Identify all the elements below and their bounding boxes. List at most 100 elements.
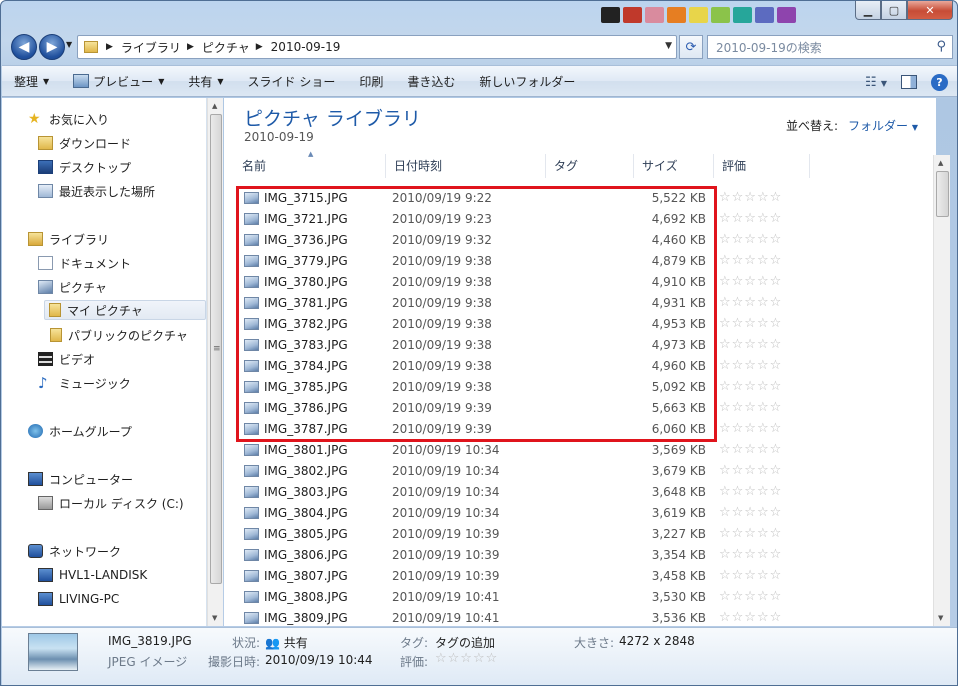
sidebar-item-documents[interactable]: ドキュメント — [38, 253, 131, 273]
address-bar[interactable]: ▶ ライブラリ ▶ ピクチャ ▶ 2010-09-19 ▼ — [77, 35, 677, 59]
rating-stars[interactable]: ☆☆☆☆☆ — [719, 463, 782, 478]
rating-stars[interactable]: ☆☆☆☆☆ — [719, 253, 782, 268]
rating-stars[interactable]: ☆☆☆☆☆ — [719, 589, 782, 604]
file-row[interactable]: IMG_3803.JPG 2010/09/19 10:34 3,648 KB ☆☆☆☆… — [236, 482, 936, 503]
rating-stars[interactable]: ☆☆☆☆☆ — [719, 232, 782, 247]
rating-stars[interactable]: ☆☆☆☆☆ — [719, 547, 782, 562]
column-header-rating[interactable]: 評価 — [714, 154, 810, 178]
rating-stars[interactable]: ☆☆☆☆☆ — [719, 421, 782, 436]
computer-icon — [38, 592, 53, 606]
refresh-button[interactable]: ⟳ — [679, 35, 703, 59]
breadcrumb-folder[interactable]: 2010-09-19 — [271, 40, 341, 54]
search-icon[interactable]: ⚲ — [936, 39, 946, 54]
sidebar-item-network-hvl1[interactable]: HVL1-LANDISK — [38, 565, 147, 585]
rating-stars[interactable]: ☆☆☆☆☆ — [719, 484, 782, 499]
rating-stars[interactable]: ☆☆☆☆☆ — [719, 442, 782, 457]
rating-stars[interactable]: ☆☆☆☆☆ — [719, 400, 782, 415]
sidebar-item-recent[interactable]: 最近表示した場所 — [38, 181, 155, 201]
rating-stars[interactable]: ☆☆☆☆☆ — [719, 379, 782, 394]
preview-pane-icon[interactable] — [901, 75, 917, 89]
rating-stars[interactable]: ☆☆☆☆☆ — [719, 610, 782, 625]
rating-stars[interactable]: ☆☆☆☆☆ — [719, 568, 782, 583]
rating-stars[interactable]: ☆☆☆☆☆ — [719, 274, 782, 289]
sidebar-label: ホームグループ — [49, 424, 132, 439]
help-icon[interactable]: ? — [931, 73, 948, 91]
sidebar-item-music[interactable]: ♪ ミュージック — [38, 373, 131, 393]
back-button[interactable]: ◀ — [11, 34, 37, 60]
rating-stars[interactable]: ☆☆☆☆☆ — [719, 526, 782, 541]
new-folder-button[interactable]: 新しいフォルダー — [467, 65, 587, 97]
network-icon — [28, 544, 43, 558]
document-icon — [38, 256, 53, 270]
share-button[interactable]: 共有 ▼ — [176, 65, 235, 97]
rating-stars[interactable]: ☆☆☆☆☆ — [719, 190, 782, 205]
rating-stars[interactable]: ☆☆☆☆☆ — [719, 211, 782, 226]
rating-stars[interactable]: ☆☆☆☆☆ — [719, 316, 782, 331]
file-row[interactable]: IMG_3805.JPG 2010/09/19 10:39 3,227 KB ☆☆☆☆… — [236, 524, 936, 545]
image-file-icon — [244, 549, 259, 561]
print-button[interactable]: 印刷 — [347, 65, 395, 97]
column-header-name[interactable]: 名前 — [234, 154, 386, 178]
selection-highlight-box — [236, 186, 717, 442]
slideshow-button[interactable]: スライド ショー — [236, 65, 348, 97]
scroll-up-icon[interactable]: ▲ — [212, 102, 217, 110]
sidebar-label: HVL1-LANDISK — [59, 568, 148, 582]
arrange-dropdown[interactable]: フォルダー ▼ — [848, 119, 918, 133]
file-row[interactable]: IMG_3806.JPG 2010/09/19 10:39 3,354 KB ☆☆☆☆… — [236, 545, 936, 566]
scrollbar-thumb[interactable] — [936, 171, 949, 217]
close-button[interactable]: ✕ — [907, 1, 953, 20]
search-input[interactable]: 2010-09-19の検索 ⚲ — [707, 35, 953, 59]
sidebar-label: ローカル ディスク (C:) — [59, 496, 184, 511]
scroll-down-icon[interactable]: ▼ — [938, 614, 943, 622]
sidebar-item-favorites[interactable]: ★ お気に入り — [28, 109, 109, 129]
navigation-scrollbar[interactable]: ▲ ≡ ▼ — [207, 98, 223, 626]
column-header-size[interactable]: サイズ — [634, 154, 714, 178]
scroll-up-icon[interactable]: ▲ — [938, 159, 943, 167]
file-row[interactable]: IMG_3807.JPG 2010/09/19 10:39 3,458 KB ☆☆☆☆… — [236, 566, 936, 587]
sidebar-item-homegroup[interactable]: ホームグループ — [28, 421, 132, 441]
breadcrumb-pictures[interactable]: ピクチャ — [202, 39, 250, 56]
breadcrumb-libraries[interactable]: ライブラリ — [121, 39, 181, 56]
content-pane: ピクチャ ライブラリ 2010-09-19 並べ替え: フォルダー ▼ ▲ 名前 … — [224, 98, 936, 626]
chevron-down-icon[interactable]: ▼ — [665, 41, 672, 51]
sidebar-item-network[interactable]: ネットワーク — [28, 541, 121, 561]
preview-button[interactable]: プレビュー ▼ — [61, 65, 176, 97]
rating-stars[interactable]: ☆☆☆☆☆ — [719, 505, 782, 520]
sidebar-item-libraries[interactable]: ライブラリ — [28, 229, 109, 249]
library-icon — [28, 232, 43, 246]
column-header-tags[interactable]: タグ — [546, 154, 634, 178]
details-filetype: JPEG イメージ — [108, 655, 188, 669]
rating-stars[interactable]: ☆☆☆☆☆ — [719, 337, 782, 352]
recent-pages-dropdown[interactable]: ▼ — [66, 40, 72, 49]
arrange-label: 並べ替え: — [785, 119, 838, 133]
file-row[interactable]: IMG_3801.JPG 2010/09/19 10:34 3,569 KB ☆☆☆☆… — [236, 440, 936, 461]
sidebar-item-computer[interactable]: コンピューター — [28, 469, 133, 489]
details-rating-stars[interactable]: ☆☆☆☆☆ — [435, 651, 498, 666]
burn-button[interactable]: 書き込む — [395, 65, 467, 97]
maximize-button[interactable]: ▢ — [881, 1, 907, 20]
file-row[interactable]: IMG_3802.JPG 2010/09/19 10:34 3,679 KB ☆☆☆☆… — [236, 461, 936, 482]
rating-stars[interactable]: ☆☆☆☆☆ — [719, 295, 782, 310]
sidebar-item-videos[interactable]: ビデオ — [38, 349, 95, 369]
rating-stars[interactable]: ☆☆☆☆☆ — [719, 358, 782, 373]
column-header-date[interactable]: 日付時刻 — [386, 154, 546, 178]
sidebar-item-local-disk[interactable]: ローカル ディスク (C:) — [38, 493, 184, 513]
minimize-button[interactable]: ▁ — [855, 1, 881, 20]
sidebar-item-downloads[interactable]: ダウンロード — [38, 133, 131, 153]
sidebar-item-my-pictures[interactable]: マイ ピクチャ — [44, 300, 206, 320]
sidebar-item-network-living[interactable]: LIVING-PC — [38, 589, 119, 609]
scroll-down-icon[interactable]: ▼ — [212, 614, 217, 622]
file-date: 2010/09/19 10:34 — [392, 506, 500, 520]
file-row[interactable]: IMG_3804.JPG 2010/09/19 10:34 3,619 KB ☆☆☆☆… — [236, 503, 936, 524]
sidebar-item-desktop[interactable]: デスクトップ — [38, 157, 131, 177]
organize-button[interactable]: 整理 ▼ — [2, 65, 61, 97]
view-options-icon[interactable]: ☷ ▼ — [865, 75, 887, 90]
details-tags-input[interactable]: タグの追加 — [435, 634, 495, 651]
file-list-scrollbar[interactable]: ▲ ▼ — [933, 155, 950, 626]
sidebar-item-pictures[interactable]: ピクチャ — [38, 277, 107, 297]
file-row[interactable]: IMG_3809.JPG 2010/09/19 10:41 3,536 KB ☆☆☆☆… — [236, 608, 936, 629]
forward-button[interactable]: ▶ — [39, 34, 65, 60]
sidebar-item-public-pictures[interactable]: パブリックのピクチャ — [50, 325, 188, 345]
file-row[interactable]: IMG_3808.JPG 2010/09/19 10:41 3,530 KB ☆☆☆☆… — [236, 587, 936, 608]
file-name: IMG_3804.JPG — [264, 506, 348, 520]
